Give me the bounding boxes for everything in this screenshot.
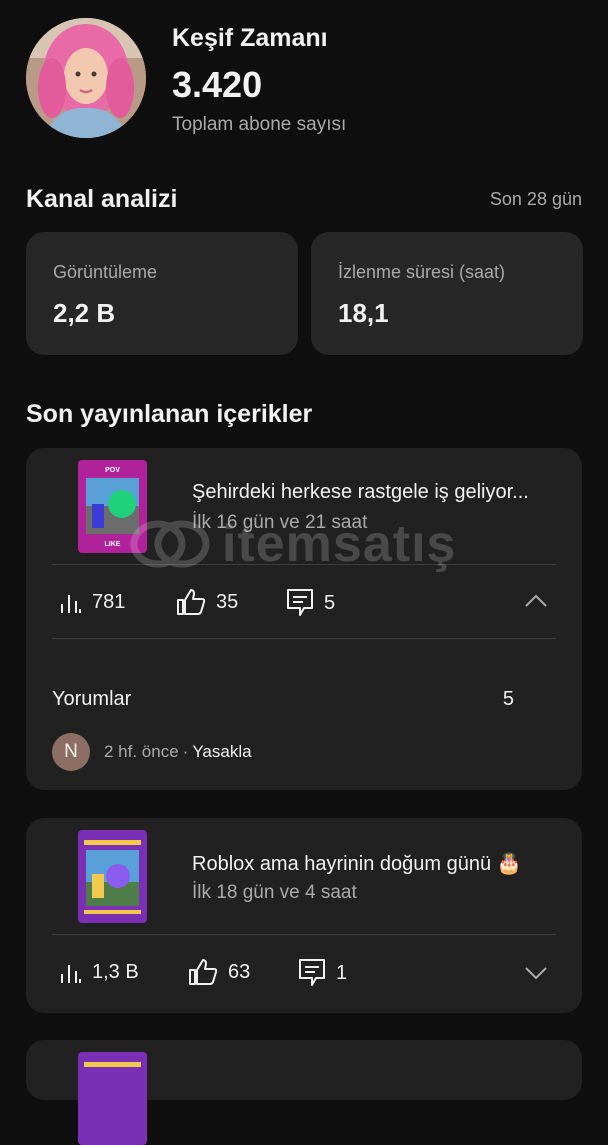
video-title[interactable]: Şehirdeki herkese rastgele iş geliyor... — [192, 481, 562, 504]
analytics-range[interactable]: Son 28 gün — [490, 189, 582, 210]
thumbnail-bottom-text: LIKE — [105, 541, 121, 548]
thumbs-up-icon — [189, 959, 218, 985]
thumbnail-image — [78, 830, 147, 923]
separator: · — [182, 742, 189, 761]
views-count: 781 — [92, 591, 126, 613]
video-card: POV LIKE Şehirdeki herkese rastgele iş g… — [26, 448, 582, 790]
views-metric[interactable]: 781 — [60, 591, 125, 614]
bar-chart-icon — [61, 964, 81, 983]
subscriber-count: 3.420 — [172, 64, 263, 105]
likes-metric[interactable]: 63 — [188, 958, 250, 986]
comment-time: 2 hf. önce — [104, 742, 179, 761]
thumbnail-image — [78, 1052, 147, 1145]
avatar-image — [26, 18, 146, 138]
commenter-avatar[interactable]: N — [52, 733, 90, 771]
recent-content-title: Son yayınlanan içerikler — [26, 400, 313, 428]
comments-total: 5 — [502, 688, 514, 710]
video-thumbnail[interactable] — [78, 830, 147, 923]
comments-metric[interactable]: 1 — [298, 958, 347, 988]
channel-header: Keşif Zamanı 3.420 Toplam abone sayısı — [0, 0, 608, 160]
watch-time-label: İzlenme süresi (saat) — [338, 262, 506, 282]
comment-icon — [299, 959, 325, 986]
likes-metric[interactable]: 35 — [176, 588, 238, 616]
divider — [52, 934, 556, 935]
views-label: Görüntüleme — [53, 262, 158, 282]
analytics-title: Kanal analizi — [26, 185, 178, 213]
subscriber-label: Toplam abone sayısı — [172, 114, 347, 135]
watch-time-card[interactable]: İzlenme süresi (saat) 18,1 — [311, 232, 583, 355]
likes-count: 35 — [216, 590, 239, 613]
comments-metric[interactable]: 5 — [286, 588, 335, 618]
comments-count: 5 — [324, 591, 336, 614]
channel-name: Keşif Zamanı — [172, 24, 328, 52]
video-card: Roblox ama hayrinin doğum günü 🎂 İlk 18 … — [26, 818, 582, 1013]
views-value: 2,2 B — [53, 298, 116, 328]
thumbnail-top-text: POV — [105, 467, 120, 474]
comments-heading[interactable]: Yorumlar — [52, 688, 131, 711]
divider — [52, 638, 556, 639]
channel-avatar[interactable] — [26, 18, 146, 138]
watermark: itemsatış — [130, 514, 456, 574]
views-metric[interactable]: 1,3 B — [60, 961, 139, 984]
ban-user-link[interactable]: Yasakla — [192, 742, 251, 762]
watermark-text: itemsatış — [222, 515, 457, 573]
chevron-down-icon[interactable] — [524, 966, 548, 985]
thumbs-up-icon — [177, 589, 206, 615]
views-count: 1,3 B — [92, 961, 139, 983]
bar-chart-icon — [61, 594, 81, 613]
video-title[interactable]: Roblox ama hayrinin doğum günü 🎂 — [192, 851, 562, 876]
chevron-up-icon[interactable] — [524, 594, 548, 613]
video-subtitle: İlk 18 gün ve 4 saat — [192, 882, 357, 903]
video-thumbnail[interactable] — [78, 1052, 147, 1145]
watermark-logo-icon — [130, 520, 210, 568]
watch-time-value: 18,1 — [338, 298, 389, 328]
likes-count: 63 — [228, 960, 251, 983]
comments-count: 1 — [336, 961, 348, 984]
comment-icon — [287, 589, 313, 616]
video-card — [26, 1040, 582, 1145]
comment-item: N 2 hf. önce · Yasakla — [52, 733, 252, 771]
views-card[interactable]: Görüntüleme 2,2 B — [26, 232, 298, 355]
